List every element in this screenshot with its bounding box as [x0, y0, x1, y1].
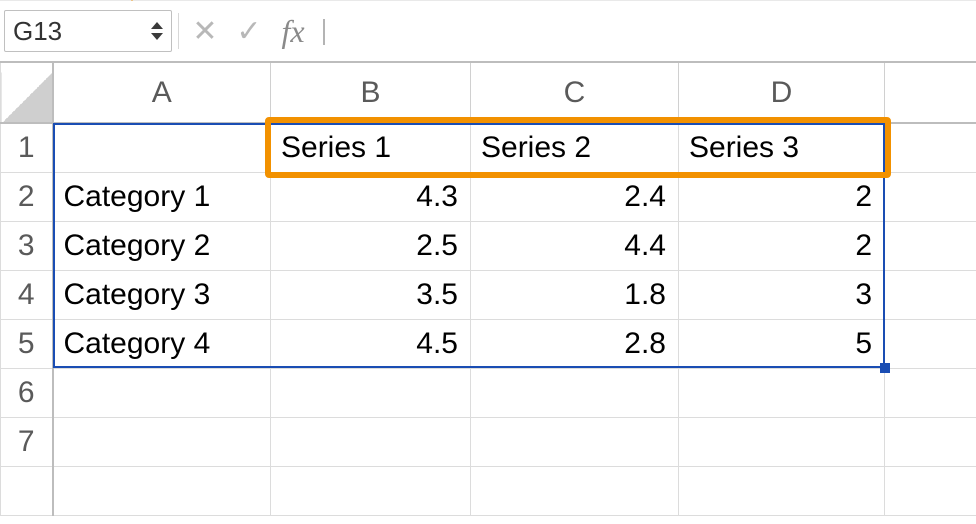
row-5: 5 Category 4 4.5 2.8 5	[1, 319, 976, 368]
row-6: 6	[1, 368, 976, 417]
cell-C5[interactable]: 2.8	[471, 319, 679, 368]
cell-D1[interactable]: Series 3	[679, 123, 885, 172]
cell-D5[interactable]: 5	[679, 319, 885, 368]
row-2: 2 Category 1 4.3 2.4 2	[1, 172, 976, 221]
cell-A5[interactable]: Category 4	[53, 319, 271, 368]
grid-body: 1 Series 1 Series 2 Series 3 2 Category …	[1, 123, 976, 515]
cell-E3[interactable]	[885, 221, 976, 270]
cell-B7[interactable]	[271, 417, 471, 466]
row-header-1[interactable]: 1	[1, 123, 53, 172]
formula-input[interactable]	[319, 13, 976, 49]
row-8	[1, 466, 976, 515]
cell-D4[interactable]: 3	[679, 270, 885, 319]
cell-C4[interactable]: 1.8	[471, 270, 679, 319]
spreadsheet-grid[interactable]: A B C D 1 Series 1 Series 2 Series 3 2 C…	[0, 63, 976, 516]
row-header-5[interactable]: 5	[1, 319, 53, 368]
row-header-4[interactable]: 4	[1, 270, 53, 319]
cell-B6[interactable]	[271, 368, 471, 417]
cell-D7[interactable]	[679, 417, 885, 466]
column-header-E[interactable]	[885, 63, 976, 123]
cell-C7[interactable]	[471, 417, 679, 466]
cell-C2[interactable]: 2.4	[471, 172, 679, 221]
cell-B2[interactable]: 4.3	[271, 172, 471, 221]
cell-A7[interactable]	[53, 417, 271, 466]
cell-B8[interactable]	[271, 466, 471, 515]
row-4: 4 Category 3 3.5 1.8 3	[1, 270, 976, 319]
column-header-D[interactable]: D	[679, 63, 885, 123]
cell-C8[interactable]	[471, 466, 679, 515]
cell-E5[interactable]	[885, 319, 976, 368]
chevron-up-icon[interactable]	[151, 22, 163, 29]
cell-C6[interactable]	[471, 368, 679, 417]
cell-A4[interactable]: Category 3	[53, 270, 271, 319]
cell-D2[interactable]: 2	[679, 172, 885, 221]
cell-B4[interactable]: 3.5	[271, 270, 471, 319]
row-3: 3 Category 2 2.5 4.4 2	[1, 221, 976, 270]
cell-D6[interactable]	[679, 368, 885, 417]
name-box[interactable]: G13	[4, 10, 172, 52]
accept-icon[interactable]: ✓	[227, 14, 271, 49]
cell-E8[interactable]	[885, 466, 976, 515]
row-header-8[interactable]	[1, 466, 53, 515]
cell-D3[interactable]: 2	[679, 221, 885, 270]
chevron-down-icon[interactable]	[151, 33, 163, 40]
cell-E7[interactable]	[885, 417, 976, 466]
name-box-value: G13	[13, 16, 62, 47]
cell-A6[interactable]	[53, 368, 271, 417]
cell-E6[interactable]	[885, 368, 976, 417]
cell-B1[interactable]: Series 1	[271, 123, 471, 172]
row-header-7[interactable]: 7	[1, 417, 53, 466]
row-7: 7	[1, 417, 976, 466]
row-header-2[interactable]: 2	[1, 172, 53, 221]
name-box-stepper[interactable]	[151, 22, 163, 40]
tab-indicator-caret	[122, 0, 142, 1]
cell-A2[interactable]: Category 1	[53, 172, 271, 221]
row-header-3[interactable]: 3	[1, 221, 53, 270]
cell-E4[interactable]	[885, 270, 976, 319]
divider	[178, 13, 179, 49]
cell-E1[interactable]	[885, 123, 976, 172]
cell-C3[interactable]: 4.4	[471, 221, 679, 270]
select-all-corner[interactable]	[1, 63, 53, 123]
cell-B3[interactable]: 2.5	[271, 221, 471, 270]
cell-A1[interactable]	[53, 123, 271, 172]
column-header-A[interactable]: A	[53, 63, 271, 123]
cell-C1[interactable]: Series 2	[471, 123, 679, 172]
row-1: 1 Series 1 Series 2 Series 3	[1, 123, 976, 172]
cell-D8[interactable]	[679, 466, 885, 515]
cancel-icon[interactable]: ✕	[183, 14, 227, 49]
cell-A8[interactable]	[53, 466, 271, 515]
cell-E2[interactable]	[885, 172, 976, 221]
function-wizard-button[interactable]: fx	[271, 13, 315, 50]
column-header-B[interactable]: B	[271, 63, 471, 123]
formula-bar: G13 ✕ ✓ fx	[0, 0, 976, 63]
row-header-6[interactable]: 6	[1, 368, 53, 417]
column-header-C[interactable]: C	[471, 63, 679, 123]
cell-B5[interactable]: 4.5	[271, 319, 471, 368]
column-header-row: A B C D	[1, 63, 976, 123]
cell-A3[interactable]: Category 2	[53, 221, 271, 270]
